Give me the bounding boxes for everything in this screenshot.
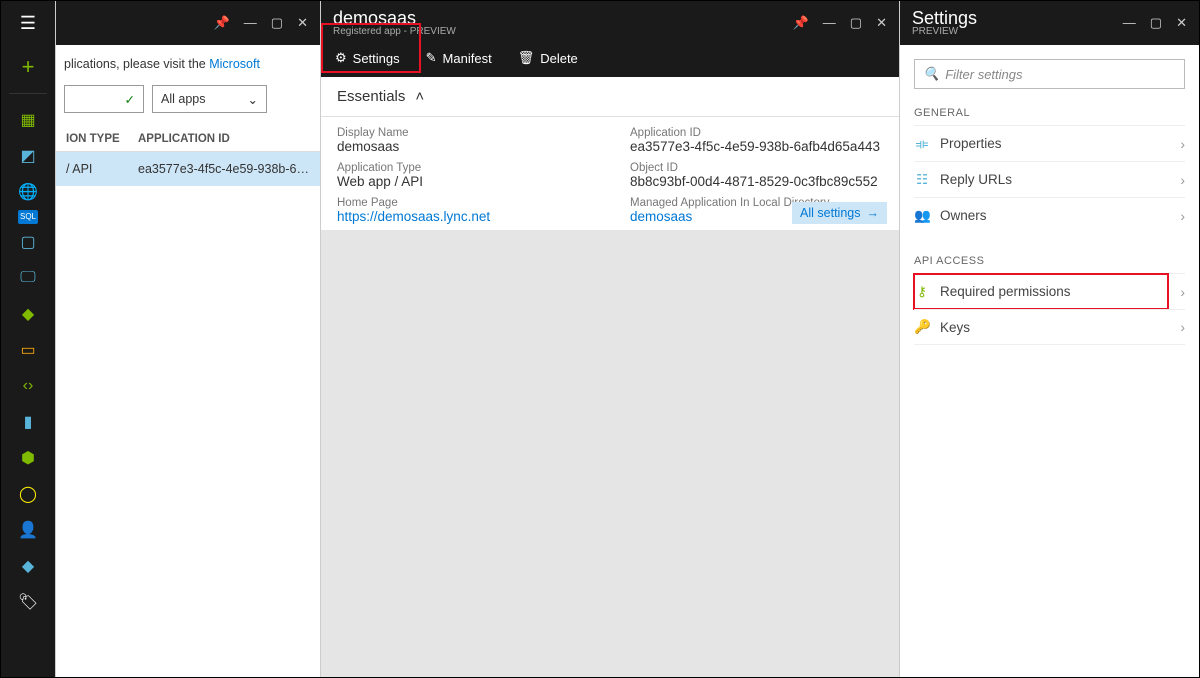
maximize-icon[interactable]: ▢	[1150, 15, 1162, 31]
essentials-toggle[interactable]: Essentials ˄	[321, 77, 899, 117]
app-list-panel: 📌 — ▢ ✕ plications, please visit the Mic…	[55, 1, 320, 677]
delete-button[interactable]: 🗑 Delete	[518, 50, 578, 66]
panel3-subtitle: PREVIEW	[912, 26, 977, 37]
row-owners[interactable]: 👥 Owners ›	[914, 197, 1185, 233]
panel2-canvas	[321, 231, 899, 677]
rail-item-code[interactable]: ‹›	[1, 368, 55, 404]
close-icon[interactable]: ✕	[876, 15, 887, 31]
people-icon: 👥	[914, 208, 930, 224]
home-page-label: Home Page	[337, 197, 590, 209]
permissions-icon: ⚷	[914, 284, 930, 300]
rail-item-sql[interactable]: SQL	[18, 210, 38, 224]
row-keys[interactable]: 🔑 Keys ›	[914, 309, 1185, 345]
panel2-toolbar: ⚙ Settings ✎ Manifest 🗑 Delete	[321, 45, 899, 77]
arrow-right-icon: →	[867, 206, 880, 220]
filter-check[interactable]: ✓	[64, 85, 144, 113]
left-nav-rail: ☰ + ▦ ◩ 🌐 SQL ▢ 🖵 ◆ ▭ ‹› ▮ ⬢ ◯ 👤 ◆ 🏷	[1, 1, 55, 677]
app-id-label: Application ID	[630, 127, 883, 139]
obj-id-value: 8b8c93bf-00d4-4871-8529-0c3fbc89c552	[630, 174, 883, 189]
chevron-right-icon: ›	[1180, 172, 1185, 188]
minimize-icon[interactable]: —	[823, 15, 836, 31]
row-properties[interactable]: ⟚ Properties ›	[914, 125, 1185, 161]
new-resource-button[interactable]: +	[1, 45, 55, 89]
app-type-label: Application Type	[337, 162, 590, 174]
pin-icon[interactable]: 📌	[793, 15, 809, 31]
key-icon: 🔑	[914, 319, 930, 335]
rail-item-tag[interactable]: 🏷	[1, 584, 55, 620]
rail-item-card[interactable]: ▭	[1, 332, 55, 368]
search-icon: 🔍	[923, 66, 939, 82]
app-type-value: Web app / API	[337, 174, 590, 189]
rail-item-monitor[interactable]: 🖵	[1, 260, 55, 296]
row-required-permissions[interactable]: ⚷ Required permissions ›	[914, 273, 1185, 309]
list-icon: ☷	[914, 172, 930, 188]
row-reply-urls[interactable]: ☷ Reply URLs ›	[914, 161, 1185, 197]
maximize-icon[interactable]: ▢	[271, 15, 283, 31]
filter-settings-input[interactable]: 🔍 Filter settings	[914, 59, 1185, 89]
rail-item-shield[interactable]: ⬢	[1, 440, 55, 476]
intro-text: plications, please visit the Microsoft	[56, 57, 320, 85]
group-api: API ACCESS	[914, 255, 1185, 267]
rail-item-user[interactable]: 👤	[1, 512, 55, 548]
display-name-value: demosaas	[337, 139, 590, 154]
chevron-right-icon: ›	[1180, 319, 1185, 335]
minimize-icon[interactable]: —	[244, 15, 257, 31]
sliders-icon: ⟚	[914, 136, 930, 152]
panel3-header: Settings PREVIEW — ▢ ✕	[900, 1, 1199, 45]
pin-icon[interactable]: 📌	[214, 15, 230, 31]
rail-divider	[9, 93, 47, 94]
panel2-subtitle: Registered app - PREVIEW	[333, 26, 456, 37]
panel1-header: 📌 — ▢ ✕	[56, 1, 320, 45]
panel2-header: demosaas Registered app - PREVIEW 📌 — ▢ …	[321, 1, 899, 45]
rail-item-circle[interactable]: ◯	[1, 476, 55, 512]
hamburger-icon[interactable]: ☰	[1, 1, 55, 45]
chevron-right-icon: ›	[1180, 208, 1185, 224]
all-settings-button[interactable]: All settings →	[792, 202, 887, 224]
rail-item-cube[interactable]: ◩	[1, 138, 55, 174]
table-row[interactable]: / API ea3577e3-4f5c-4e59-938b-6afb...	[56, 152, 320, 186]
group-general: GENERAL	[914, 107, 1185, 119]
trash-icon: 🗑	[518, 50, 535, 66]
rail-item-diamond2[interactable]: ◆	[1, 548, 55, 584]
manifest-button[interactable]: ✎ Manifest	[426, 50, 492, 66]
settings-button[interactable]: ⚙ Settings	[335, 50, 400, 66]
rail-item-dashboard[interactable]: ▦	[1, 102, 55, 138]
rail-item-storage[interactable]: ▢	[1, 224, 55, 260]
display-name-label: Display Name	[337, 127, 590, 139]
maximize-icon[interactable]: ▢	[850, 15, 862, 31]
close-icon[interactable]: ✕	[297, 15, 308, 31]
chevron-right-icon: ›	[1180, 284, 1185, 300]
chevron-down-icon: ⌄	[248, 92, 258, 107]
app-detail-panel: demosaas Registered app - PREVIEW 📌 — ▢ …	[320, 1, 899, 677]
obj-id-label: Object ID	[630, 162, 883, 174]
chevron-up-icon: ˄	[415, 88, 424, 105]
essentials-body: Display Name demosaas Application Type W…	[321, 117, 899, 231]
filter-allapps[interactable]: All apps ⌄	[152, 85, 267, 113]
chevron-right-icon: ›	[1180, 136, 1185, 152]
pencil-icon: ✎	[426, 50, 437, 66]
gear-icon: ⚙	[335, 50, 347, 66]
table-header: ION TYPE APPLICATION ID	[56, 127, 320, 152]
settings-panel: Settings PREVIEW — ▢ ✕ 🔍 Filter settings…	[899, 1, 1199, 677]
home-page-link[interactable]: https://demosaas.lync.net	[337, 209, 490, 224]
rail-item-diamond[interactable]: ◆	[1, 296, 55, 332]
app-id-value: ea3577e3-4f5c-4e59-938b-6afb4d65a443	[630, 139, 883, 154]
minimize-icon[interactable]: —	[1123, 15, 1136, 31]
close-icon[interactable]: ✕	[1176, 15, 1187, 31]
rail-item-globe[interactable]: 🌐	[1, 174, 55, 210]
rail-item-book[interactable]: ▮	[1, 404, 55, 440]
managed-link[interactable]: demosaas	[630, 209, 692, 224]
microsoft-link[interactable]: Microsoft	[209, 57, 260, 71]
